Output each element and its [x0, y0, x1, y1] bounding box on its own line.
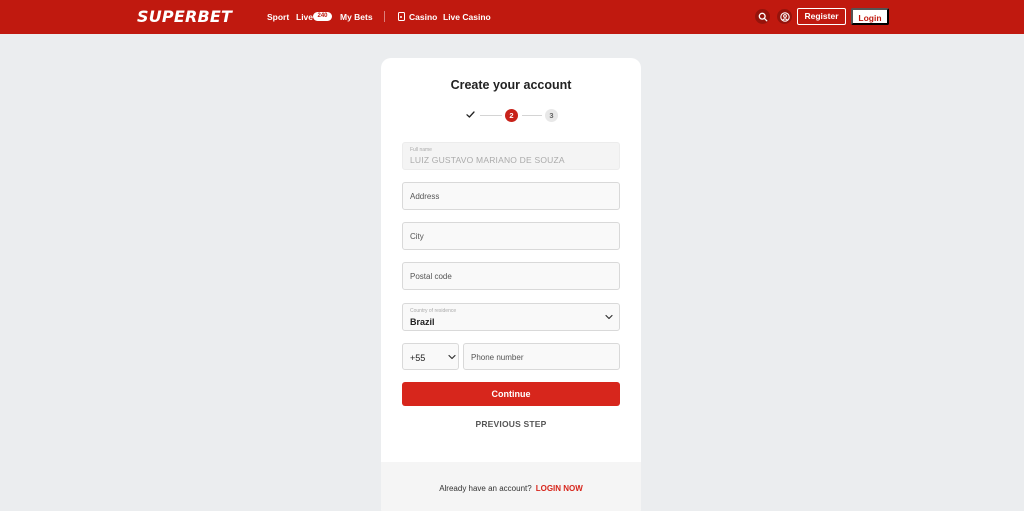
casino-card-icon: [398, 12, 405, 21]
nav-sport[interactable]: Sport: [267, 12, 289, 22]
postal-code-input[interactable]: Postal code: [402, 262, 620, 290]
phone-number-input[interactable]: Phone number: [463, 343, 620, 370]
full-name-label: Full name: [410, 147, 432, 153]
stepper-connector: [480, 115, 502, 116]
step-2-active: 2: [505, 109, 518, 122]
city-placeholder: City: [410, 232, 424, 241]
chevron-down-icon: [605, 314, 613, 320]
user-icon: [779, 11, 790, 22]
search-icon: [758, 12, 767, 21]
login-now-link[interactable]: LOGIN NOW: [536, 484, 583, 493]
search-button[interactable]: [755, 9, 770, 24]
city-input[interactable]: City: [402, 222, 620, 250]
nav-divider: [384, 11, 385, 22]
login-prompt: Already have an account? LOGIN NOW: [381, 484, 641, 493]
full-name-field: Full name LUIZ GUSTAVO MARIANO DE SOUZA: [402, 142, 620, 170]
register-button[interactable]: Register: [797, 8, 846, 25]
phone-code-select[interactable]: +55: [402, 343, 459, 370]
step-3-inactive: 3: [545, 109, 558, 122]
full-name-value: LUIZ GUSTAVO MARIANO DE SOUZA: [410, 155, 565, 165]
nav-casino[interactable]: Casino: [409, 12, 437, 22]
superbet-logo[interactable]: SUPERBET: [137, 7, 232, 26]
card-footer: Already have an account? LOGIN NOW: [381, 462, 641, 511]
account-button[interactable]: [777, 9, 792, 24]
country-select[interactable]: Country of residence Brazil: [402, 303, 620, 331]
address-input[interactable]: Address: [402, 182, 620, 210]
chevron-down-icon: [448, 354, 456, 359]
top-navigation-bar: SUPERBET Sport Live 240 My Bets Casino L…: [0, 0, 1024, 34]
nav-live[interactable]: Live: [296, 12, 313, 22]
live-count-badge: 240: [313, 12, 332, 21]
previous-step-link[interactable]: PREVIOUS STEP: [381, 419, 641, 429]
nav-live-casino[interactable]: Live Casino: [443, 12, 491, 22]
login-button[interactable]: Login: [851, 8, 889, 25]
step-completed-check-icon: [466, 111, 475, 118]
country-value: Brazil: [410, 316, 435, 327]
nav-my-bets[interactable]: My Bets: [340, 12, 373, 22]
postal-code-placeholder: Postal code: [410, 272, 452, 281]
country-label: Country of residence: [410, 308, 457, 314]
registration-card: Create your account 2 3 Full name LUIZ G…: [381, 58, 641, 511]
page-title: Create your account: [450, 78, 572, 92]
stepper-connector: [522, 115, 542, 116]
address-placeholder: Address: [410, 192, 440, 201]
phone-code-value: +55: [410, 352, 426, 363]
continue-button[interactable]: Continue: [402, 382, 620, 406]
phone-number-placeholder: Phone number: [471, 352, 524, 362]
login-prompt-text: Already have an account?: [439, 484, 532, 493]
